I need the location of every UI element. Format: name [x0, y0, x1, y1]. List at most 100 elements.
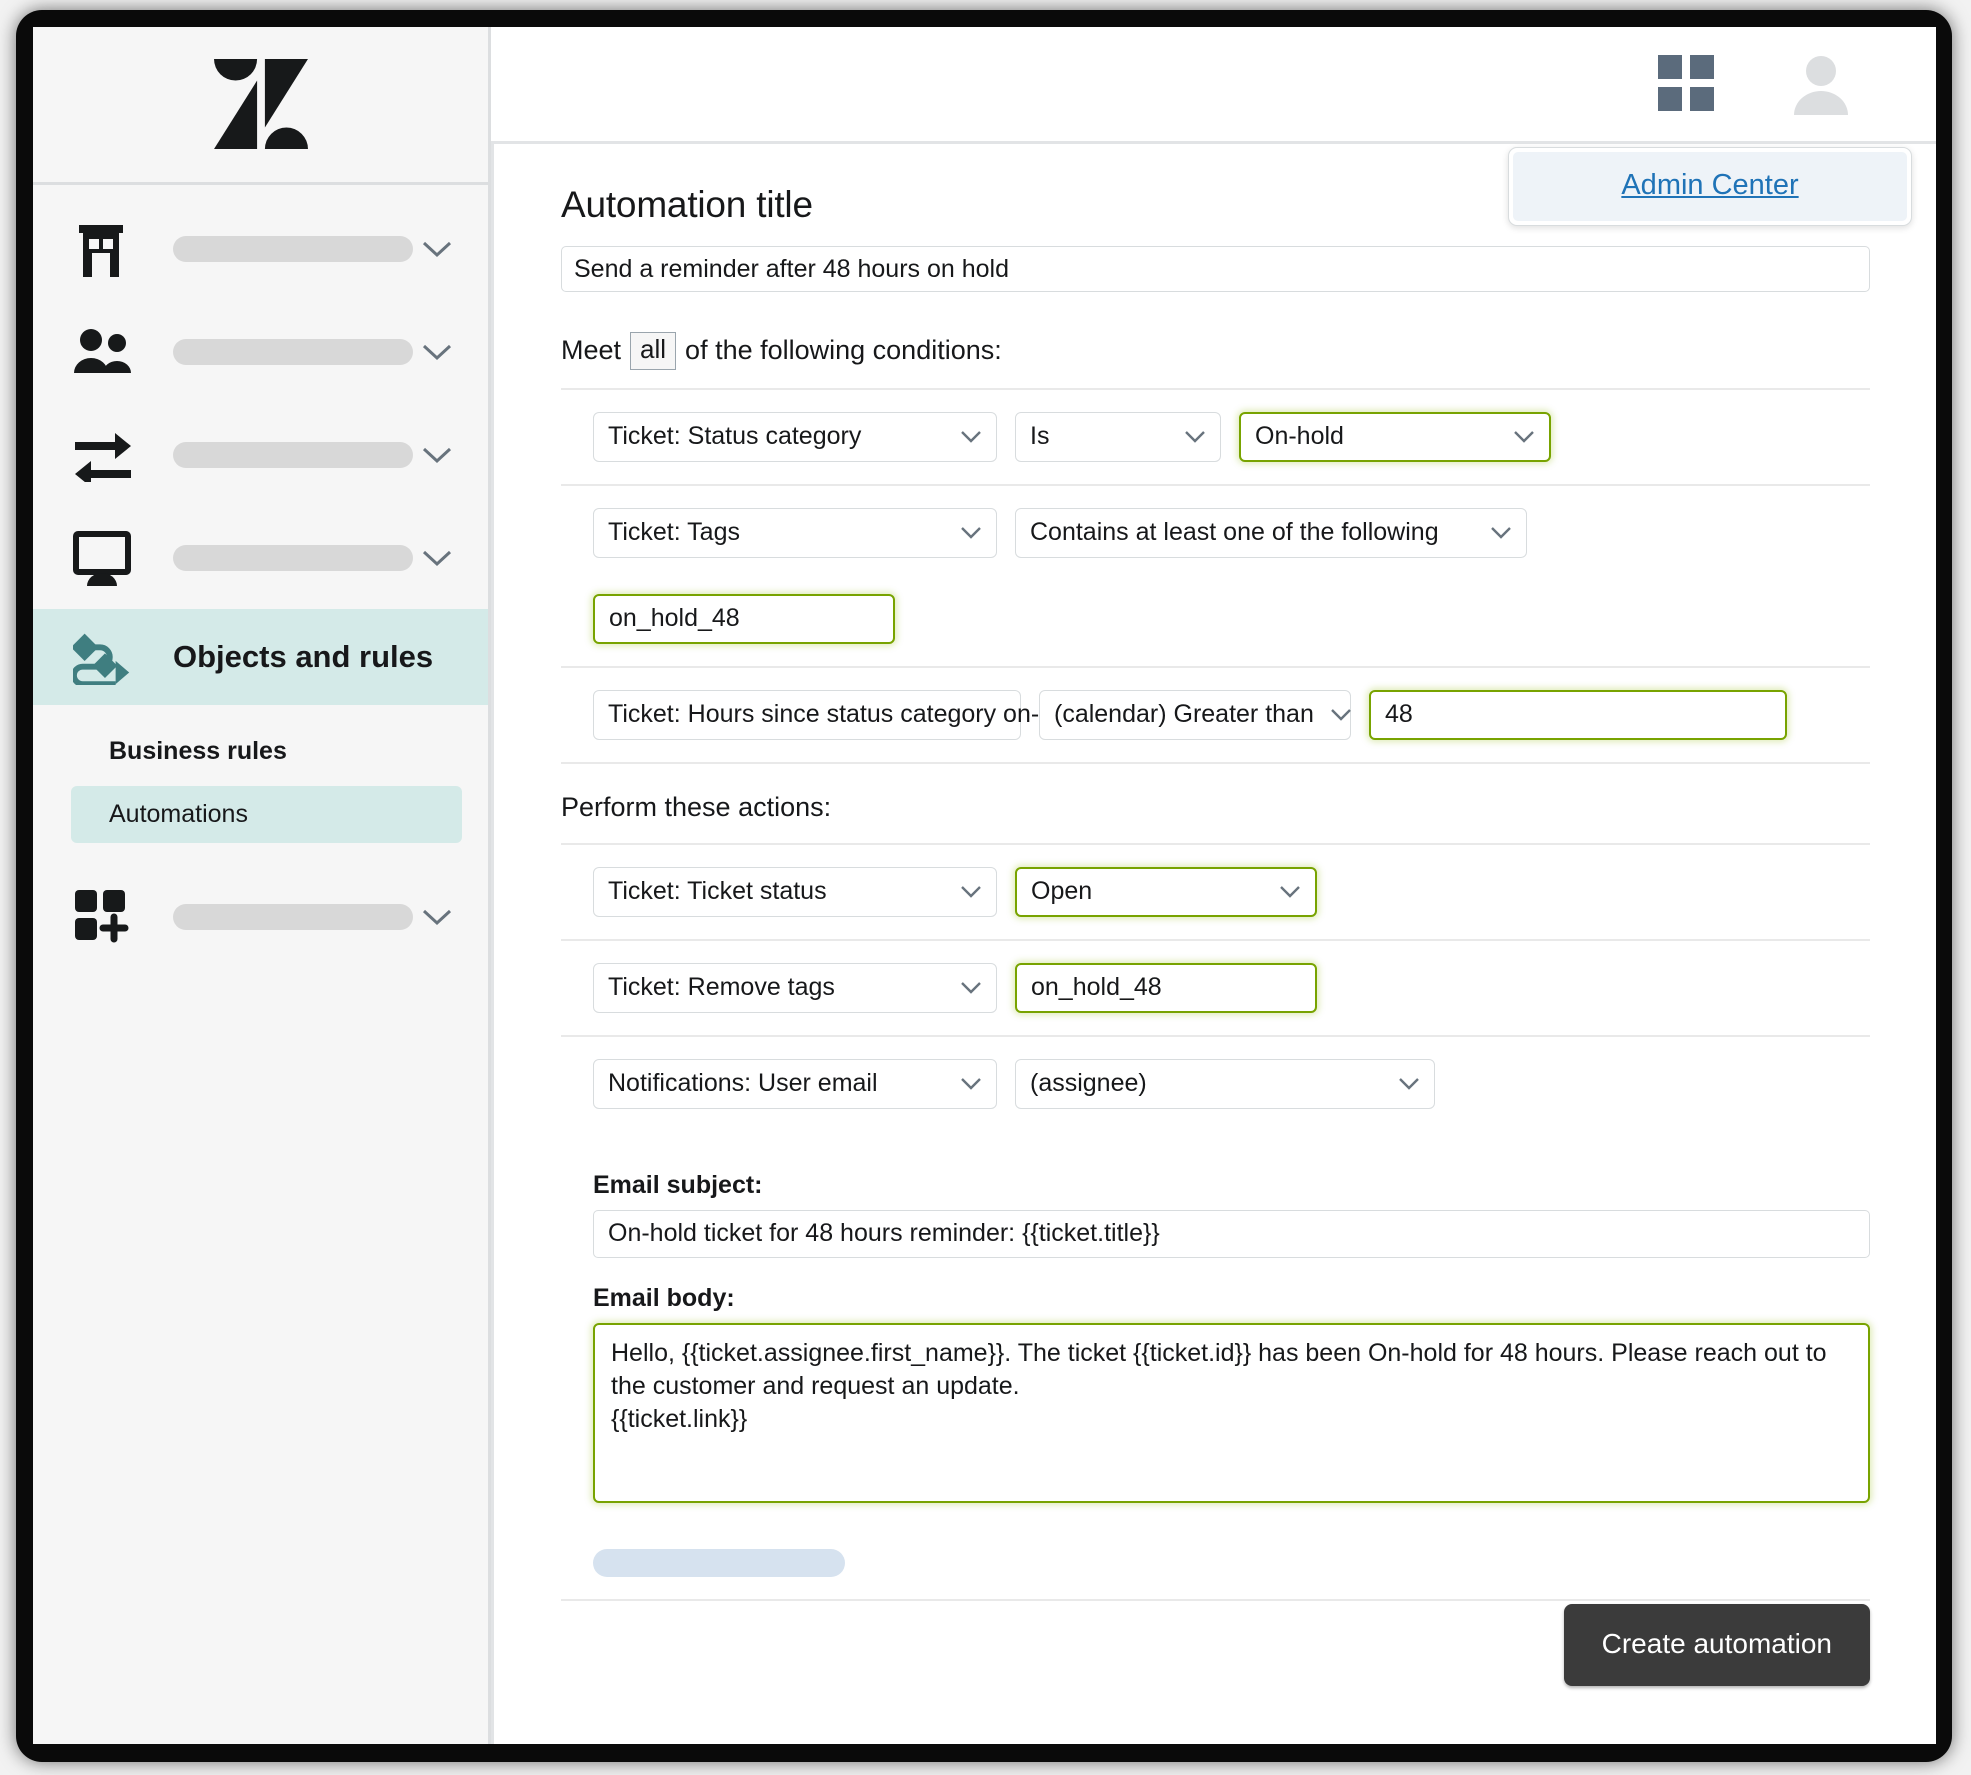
- sidebar-item-label: Objects and rules: [173, 639, 434, 674]
- chevron-down-icon[interactable]: [420, 232, 454, 266]
- condition-match-selector[interactable]: all: [630, 332, 677, 370]
- action-row: Notifications: User email (assignee) Ema…: [561, 1037, 1870, 1525]
- meet-conditions-line: Meet all of the following conditions:: [561, 332, 1870, 370]
- condition-field-value: Ticket: Hours since status category on-h…: [608, 700, 1087, 729]
- action-field-value: Notifications: User email: [608, 1069, 878, 1098]
- add-action-placeholder[interactable]: [593, 1548, 845, 1577]
- chevron-down-icon: [1279, 885, 1301, 899]
- sidebar-label-placeholder: [173, 544, 413, 571]
- chevron-down-icon: [960, 981, 982, 995]
- chevron-down-icon: [960, 430, 982, 444]
- condition-field-value: Ticket: Status category: [608, 422, 862, 451]
- actions-heading: Perform these actions:: [561, 791, 832, 822]
- browser-window-frame: Objects and rules Business rules Automat…: [16, 10, 1952, 1762]
- action-field-value: Ticket: Remove tags: [608, 973, 835, 1002]
- chevron-down-icon: [960, 526, 982, 540]
- action-row: Ticket: Remove tags on_hold_48: [561, 941, 1870, 1037]
- condition-field-select[interactable]: Ticket: Tags: [593, 507, 997, 558]
- sidebar-label-placeholder: [173, 903, 413, 930]
- sidebar-subitem-automations[interactable]: Automations: [71, 786, 462, 843]
- chevron-down-icon[interactable]: [420, 541, 454, 575]
- monitor-icon: [73, 530, 135, 586]
- action-value: (assignee): [1030, 1069, 1147, 1098]
- meet-suffix-label: of the following conditions:: [685, 335, 1002, 366]
- condition-operator-select[interactable]: (calendar) Greater than: [1039, 689, 1352, 740]
- sidebar-label-placeholder: [173, 235, 413, 262]
- conditions-group: Ticket: Status category Is On-hold Ticke…: [561, 387, 1870, 764]
- actions-group: Ticket: Ticket status Open Ticket: Remov…: [561, 842, 1870, 1601]
- automation-title-input[interactable]: [561, 246, 1870, 292]
- action-row: Ticket: Ticket status Open: [561, 845, 1870, 941]
- condition-operator-value: (calendar) Greater than: [1054, 700, 1314, 729]
- condition-hours-input[interactable]: 48: [1369, 689, 1787, 740]
- sidebar-item-apps[interactable]: [33, 865, 488, 968]
- admin-center-link[interactable]: Admin Center: [1621, 169, 1798, 201]
- chevron-down-icon: [1490, 526, 1512, 540]
- email-body-label: Email body:: [593, 1283, 735, 1312]
- condition-value: On-hold: [1255, 422, 1344, 451]
- action-field-select[interactable]: Ticket: Remove tags: [593, 962, 997, 1013]
- action-field-select[interactable]: Ticket: Ticket status: [593, 866, 997, 917]
- action-recipient-select[interactable]: (assignee): [1015, 1058, 1435, 1109]
- action-value-select[interactable]: Open: [1015, 866, 1317, 917]
- sidebar: Objects and rules Business rules Automat…: [33, 27, 491, 1744]
- condition-field-value: Ticket: Tags: [608, 518, 740, 547]
- chevron-down-icon: [1330, 708, 1352, 722]
- admin-center-menu-item[interactable]: Admin Center: [1513, 152, 1907, 221]
- chevron-down-icon[interactable]: [420, 438, 454, 472]
- transfer-arrows-icon: [73, 428, 135, 482]
- condition-tag-input[interactable]: on_hold_48: [593, 593, 895, 644]
- zendesk-logo: [212, 58, 310, 151]
- admin-center-popover: Admin Center: [1508, 147, 1912, 226]
- condition-operator-select[interactable]: Is: [1015, 411, 1221, 462]
- apps-add-icon: [73, 888, 135, 946]
- action-value: Open: [1031, 877, 1093, 906]
- condition-operator-value: Is: [1030, 422, 1050, 451]
- condition-value: on_hold_48: [609, 604, 740, 633]
- main-panel: Admin Center Automation title Meet all o…: [491, 27, 1936, 1744]
- condition-row: Ticket: Status category Is On-hold: [561, 390, 1870, 486]
- chevron-down-icon: [960, 885, 982, 899]
- brand-header: [33, 27, 488, 185]
- grid-apps-icon[interactable]: [1658, 55, 1716, 113]
- condition-value-select[interactable]: On-hold: [1239, 411, 1551, 462]
- chevron-down-icon: [960, 1077, 982, 1091]
- condition-row: Ticket: Hours since status category on-h…: [561, 668, 1870, 764]
- chevron-down-icon: [1513, 430, 1535, 444]
- email-subject-label: Email subject:: [593, 1170, 763, 1199]
- action-field-select[interactable]: Notifications: User email: [593, 1058, 997, 1109]
- sidebar-item-channels[interactable]: [33, 403, 488, 506]
- email-body-textarea[interactable]: Hello, {{ticket.assignee.first_name}}. T…: [593, 1322, 1870, 1503]
- sidebar-item-people[interactable]: [33, 300, 488, 403]
- action-field-value: Ticket: Ticket status: [608, 877, 827, 906]
- chevron-down-icon: [1398, 1077, 1420, 1091]
- chevron-down-icon[interactable]: [420, 900, 454, 934]
- top-bar: [491, 27, 1936, 144]
- chevron-down-icon: [1184, 430, 1206, 444]
- chevron-down-icon[interactable]: [420, 335, 454, 369]
- create-automation-button[interactable]: Create automation: [1563, 1604, 1870, 1686]
- action-value: on_hold_48: [1031, 973, 1162, 1002]
- sidebar-label-placeholder: [173, 441, 413, 468]
- section-divider: [561, 1598, 1870, 1601]
- sidebar-nav: Objects and rules Business rules Automat…: [33, 185, 488, 968]
- meet-prefix-label: Meet: [561, 335, 622, 366]
- condition-row: Ticket: Tags Contains at least one of th…: [561, 486, 1870, 668]
- condition-operator-value: Contains at least one of the following: [1030, 518, 1439, 547]
- condition-operator-select[interactable]: Contains at least one of the following: [1015, 507, 1527, 558]
- building-icon: [73, 219, 135, 279]
- objects-rules-flow-icon: [73, 629, 135, 685]
- people-icon: [73, 327, 135, 377]
- sidebar-item-accounts[interactable]: [33, 197, 488, 300]
- sidebar-subitem-business-rules[interactable]: Business rules: [71, 723, 462, 780]
- form-footer: Create automation: [1563, 1604, 1870, 1686]
- condition-field-select[interactable]: Ticket: Status category: [593, 411, 997, 462]
- action-tag-input[interactable]: on_hold_48: [1015, 962, 1317, 1013]
- condition-value: 48: [1385, 700, 1413, 729]
- user-avatar-icon[interactable]: [1790, 53, 1852, 115]
- sidebar-item-workspaces[interactable]: [33, 506, 488, 609]
- email-subject-input[interactable]: On-hold ticket for 48 hours reminder: {{…: [593, 1209, 1870, 1258]
- app-window: Objects and rules Business rules Automat…: [33, 27, 1936, 1744]
- sidebar-item-objects-and-rules[interactable]: Objects and rules: [33, 609, 488, 705]
- condition-field-select[interactable]: Ticket: Hours since status category on-h…: [593, 689, 1124, 740]
